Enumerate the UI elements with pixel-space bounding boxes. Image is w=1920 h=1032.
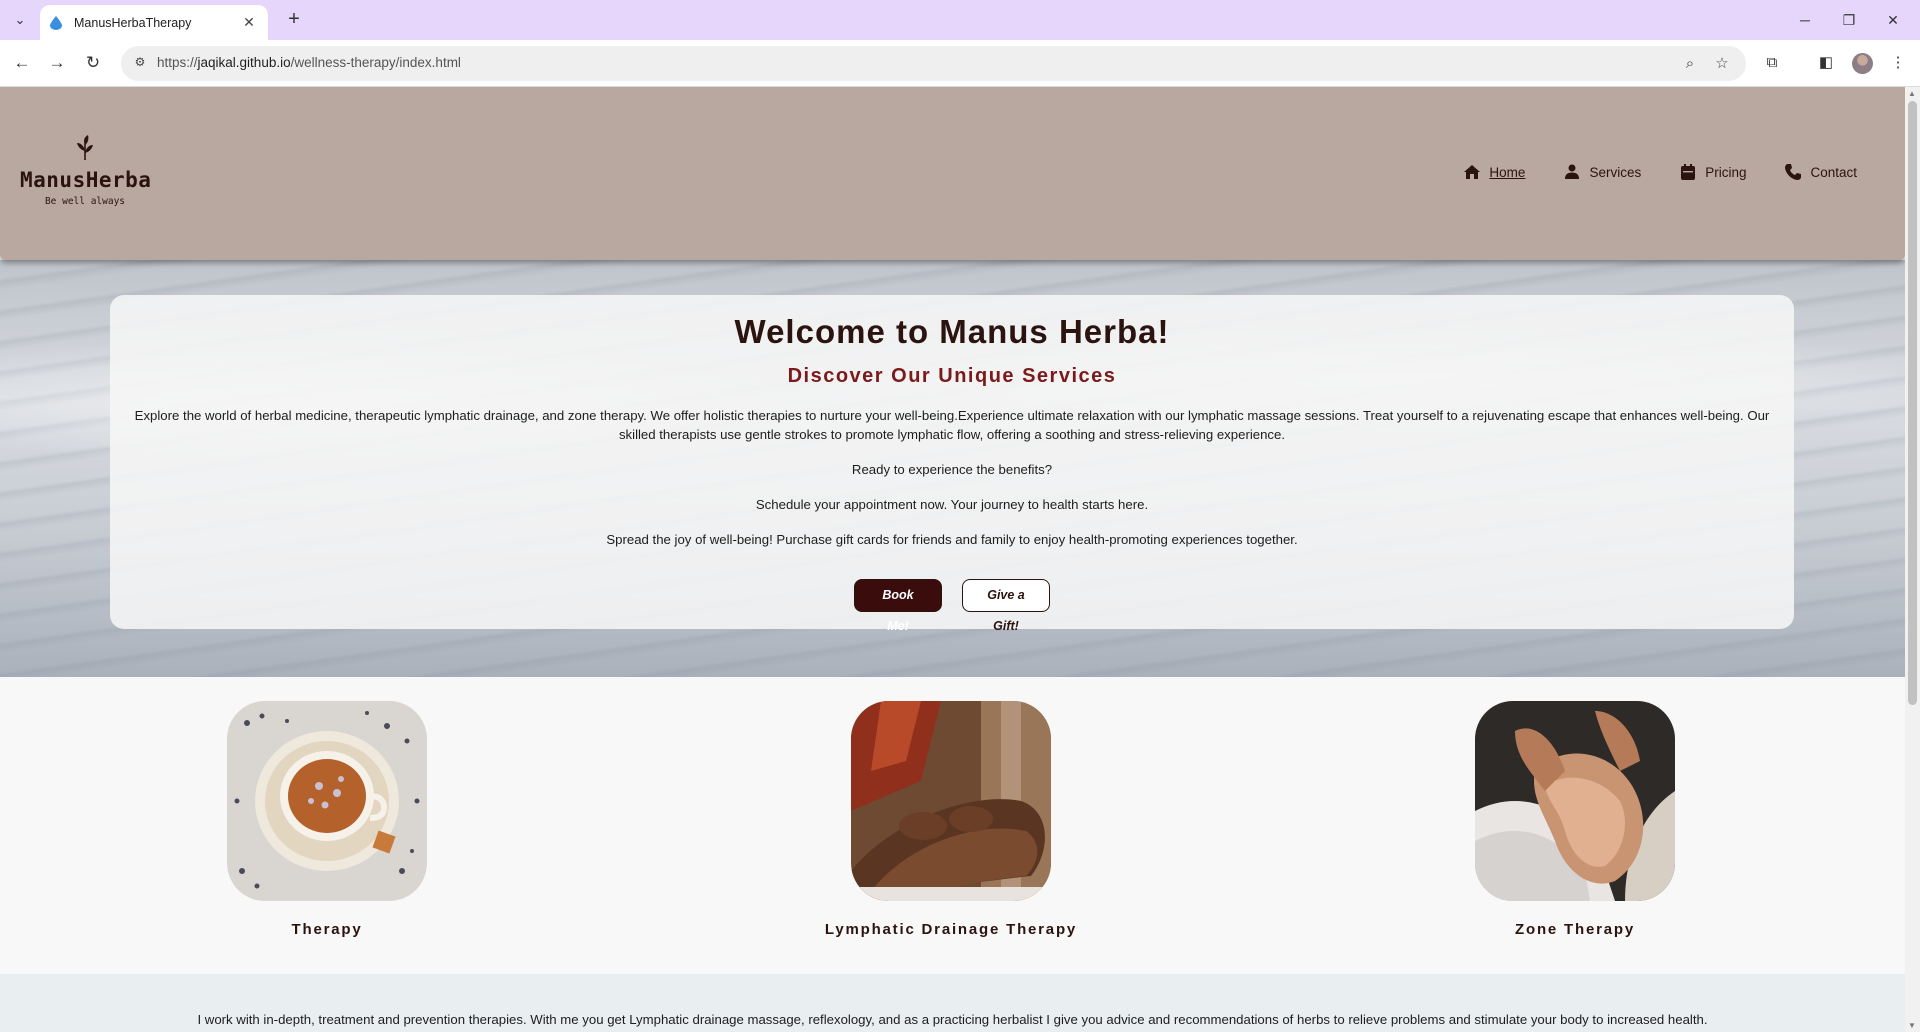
logo-tagline: Be well always xyxy=(44,196,126,207)
foot-reflexology-image[interactable] xyxy=(1475,701,1675,901)
url-host: jaqikal.github.io xyxy=(197,55,291,70)
address-bar[interactable]: ⚙ https://jaqikal.github.io/wellness-the… xyxy=(121,46,1746,81)
hero-paragraph: Explore the world of herbal medicine, th… xyxy=(134,408,1770,442)
menu-kebab-icon[interactable]: ⋮ xyxy=(1886,51,1910,75)
give-gift-button[interactable]: Give a Gift! xyxy=(962,579,1050,633)
person-icon xyxy=(1565,164,1580,179)
herbal-tea-image[interactable] xyxy=(227,701,427,901)
intro-section: I work with in-depth, treatment and prev… xyxy=(0,974,1905,1032)
herbal-tea-illustration xyxy=(227,701,427,901)
site-header: ManusHerba Be well always Home Services … xyxy=(0,87,1905,260)
hero-section: Welcome to Manus Herba! Discover Our Uni… xyxy=(0,260,1905,677)
nav-home[interactable]: Home xyxy=(1463,163,1525,181)
service-label-zone: Zone Therapy xyxy=(1515,921,1635,938)
hero-line-gift: Spread the joy of well-being! Purchase g… xyxy=(606,532,1298,547)
zoom-magnifier-icon[interactable]: ⌕ xyxy=(1679,53,1701,75)
services-section: Therapy Lymphatic Drainage Therapy Zone … xyxy=(0,677,1905,962)
hero-line-ready: Ready to experience the benefits? xyxy=(851,462,1053,477)
browser-toolbar: ← → ↻ ⚙ https://jaqikal.github.io/wellne… xyxy=(0,40,1920,87)
scroll-thumb[interactable] xyxy=(1908,101,1917,705)
browser-tab[interactable]: ManusHerbaTherapy ✕ xyxy=(40,5,268,40)
tab-close-icon[interactable]: ✕ xyxy=(240,14,258,31)
service-card-zone[interactable]: Zone Therapy xyxy=(1425,701,1725,938)
url-text[interactable]: https://jaqikal.github.io/wellness-thera… xyxy=(157,55,461,70)
service-label-lymphatic: Lymphatic Drainage Therapy xyxy=(824,921,1078,938)
phone-icon xyxy=(1785,164,1802,180)
tab-search-chevron-icon[interactable]: ⌄ xyxy=(8,8,32,32)
back-arrow-icon[interactable]: ← xyxy=(9,50,35,76)
intro-text: I work with in-depth, treatment and prev… xyxy=(197,1012,1708,1027)
service-label-therapy: Therapy xyxy=(291,921,363,938)
site-logo[interactable]: ManusHerba Be well always xyxy=(20,135,152,207)
nav-pricing[interactable]: Pricing xyxy=(1679,163,1746,181)
url-path: /wellness-therapy/index.html xyxy=(290,55,461,70)
restore-icon[interactable]: ❐ xyxy=(1834,8,1864,32)
hero-card: Welcome to Manus Herba! Discover Our Uni… xyxy=(110,295,1794,633)
leg-massage-image[interactable] xyxy=(851,701,1051,901)
profile-avatar[interactable] xyxy=(1852,53,1873,74)
browser-tabbar: ⌄ ManusHerbaTherapy ✕ + ─ ❐ ✕ xyxy=(0,0,1920,40)
calendar-icon xyxy=(1681,164,1696,180)
hero-title: Welcome to Manus Herba! xyxy=(734,313,1170,350)
service-card-therapy[interactable]: Therapy xyxy=(177,701,477,938)
scroll-up-arrow-icon[interactable]: ▲ xyxy=(1908,89,1916,98)
hero-line-schedule: Schedule your appointment now. Your jour… xyxy=(755,497,1149,512)
site-info-icon[interactable]: ⚙ xyxy=(131,55,149,73)
bookmark-star-icon[interactable]: ☆ xyxy=(1711,53,1733,75)
minimize-icon[interactable]: ─ xyxy=(1790,8,1820,32)
home-icon xyxy=(1464,165,1481,179)
new-tab-plus-icon[interactable]: + xyxy=(282,8,306,32)
nav-pricing-label: Pricing xyxy=(1705,164,1747,180)
service-card-lymphatic[interactable]: Lymphatic Drainage Therapy xyxy=(801,701,1101,938)
nav-contact[interactable]: Contact xyxy=(1784,163,1857,181)
nav-contact-label: Contact xyxy=(1810,164,1857,180)
close-window-icon[interactable]: ✕ xyxy=(1878,8,1908,32)
nav-services[interactable]: Services xyxy=(1563,163,1641,181)
hero-buttons: Book Me! Give a Gift! xyxy=(110,579,1794,633)
foot-reflexology-illustration xyxy=(1475,701,1675,901)
nav-home-label: Home xyxy=(1489,164,1526,180)
scroll-down-arrow-icon[interactable]: ▼ xyxy=(1908,1021,1916,1030)
leaf-logo-icon xyxy=(77,135,93,161)
url-prefix: https:// xyxy=(157,55,198,70)
droplet-favicon-icon xyxy=(50,15,62,30)
tab-title: ManusHerbaTherapy xyxy=(74,15,192,30)
logo-name: ManusHerba xyxy=(20,168,152,192)
page-scrollbar[interactable]: ▲ ▼ xyxy=(1905,87,1920,1032)
nav-services-label: Services xyxy=(1589,164,1642,180)
extensions-icon[interactable]: ⧉ xyxy=(1760,51,1784,75)
reload-icon[interactable]: ↻ xyxy=(80,50,106,76)
book-me-button[interactable]: Book Me! xyxy=(854,579,942,633)
leg-massage-illustration xyxy=(851,701,1051,901)
page-viewport: ManusHerba Be well always Home Services … xyxy=(0,87,1905,1032)
side-panel-icon[interactable]: ◧ xyxy=(1814,51,1838,75)
forward-arrow-icon[interactable]: → xyxy=(44,50,70,76)
hero-subtitle: Discover Our Unique Services xyxy=(787,365,1117,387)
main-nav: Home Services Pricing Contact xyxy=(1463,163,1857,181)
